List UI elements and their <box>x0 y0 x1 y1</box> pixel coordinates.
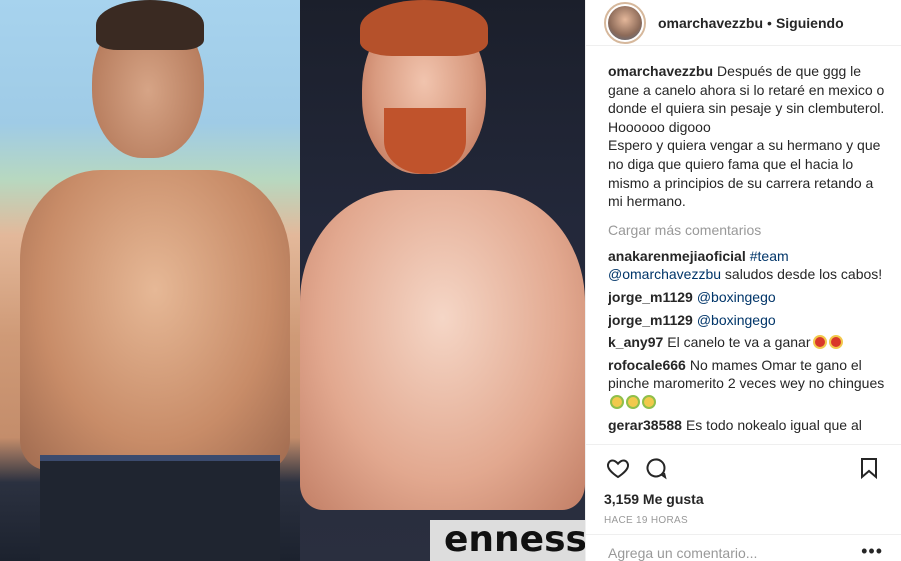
comments-list[interactable]: omarchavezzbu Después de que ggg le gane … <box>608 62 887 440</box>
caption-username[interactable]: omarchavezzbu <box>608 63 713 79</box>
comment-text: saludos desde los cabos! <box>721 266 883 283</box>
post-caption: omarchavezzbu Después de que ggg le gane … <box>608 62 887 211</box>
comment-items: anakarenmejiaoficial #team @omarchavezzbu… <box>608 247 887 434</box>
comment-text: El canelo te va a ganar <box>667 334 811 351</box>
add-comment-bar: ••• <box>586 534 901 561</box>
follow-status-button[interactable]: Siguiendo <box>776 15 844 31</box>
heart-icon[interactable] <box>604 454 632 482</box>
post-side-panel: omarchavezzbu • Siguiendo omarchavezzbu D… <box>585 0 901 561</box>
comment-item: rofocale666 No mames Omar te gano el pinc… <box>608 356 887 412</box>
photo-brand-text: ennessy <box>430 520 585 561</box>
bookmark-icon[interactable] <box>855 454 883 482</box>
comment-username[interactable]: anakarenmejiaoficial <box>608 248 746 264</box>
comment-username[interactable]: jorge_m1129 <box>608 312 693 328</box>
comment-mention-link[interactable]: @boxingego <box>697 312 776 328</box>
avatar-image <box>608 5 642 40</box>
post-timestamp: HACE 19 HORAS <box>604 515 688 526</box>
left-hair <box>96 0 204 50</box>
comment-icon[interactable] <box>642 454 670 482</box>
comment-username[interactable]: rofocale666 <box>608 357 686 373</box>
post-header: omarchavezzbu • Siguiendo <box>586 0 901 46</box>
comment-text: Es todo nokealo igual que al <box>685 416 862 433</box>
action-icon-row <box>604 451 883 485</box>
right-torso <box>300 190 585 510</box>
tongue-emoji-icon <box>812 335 827 350</box>
right-beard <box>384 108 466 174</box>
post-actions: 3,159 Me gusta HACE 19 HORAS <box>586 444 901 526</box>
sweat-smile-emoji-icon <box>642 394 656 409</box>
load-more-comments-link[interactable]: Cargar más comentarios <box>608 221 887 239</box>
caption-text-2: Espero y quiera vengar a su hermano y qu… <box>608 137 881 210</box>
comment-mention-link[interactable]: @boxingego <box>697 289 776 305</box>
left-torso <box>20 170 290 470</box>
sweat-smile-emoji-icon <box>610 394 624 409</box>
header-separator: • <box>767 14 772 31</box>
comment-item: jorge_m1129 @boxingego <box>608 288 887 307</box>
likes-count[interactable]: 3,159 Me gusta <box>604 491 883 507</box>
comment-item: k_any97 El canelo te va a ganar <box>608 333 887 352</box>
comment-hashtag-link[interactable]: #team <box>750 248 789 264</box>
comment-mention-link[interactable]: @omarchavezzbu <box>608 266 721 282</box>
photo-left-boxer <box>0 0 300 561</box>
more-options-icon[interactable]: ••• <box>861 535 883 561</box>
comment-username[interactable]: gerar38588 <box>608 417 682 433</box>
post-media[interactable]: ennessy <box>0 0 585 561</box>
comment-item: anakarenmejiaoficial #team @omarchavezzbu… <box>608 247 887 284</box>
add-comment-input[interactable] <box>608 535 862 561</box>
right-hair <box>360 0 488 56</box>
tongue-emoji-icon <box>828 335 843 350</box>
left-shorts <box>40 455 280 561</box>
comment-item: gerar38588 Es todo nokealo igual que al <box>608 416 887 435</box>
comment-username[interactable]: jorge_m1129 <box>608 289 693 305</box>
avatar[interactable] <box>604 1 646 44</box>
comment-username[interactable]: k_any97 <box>608 334 663 350</box>
sweat-smile-emoji-icon <box>626 394 640 409</box>
photo-right-boxer: ennessy <box>300 0 585 561</box>
header-username[interactable]: omarchavezzbu <box>658 15 763 31</box>
comment-item: jorge_m1129 @boxingego <box>608 311 887 330</box>
